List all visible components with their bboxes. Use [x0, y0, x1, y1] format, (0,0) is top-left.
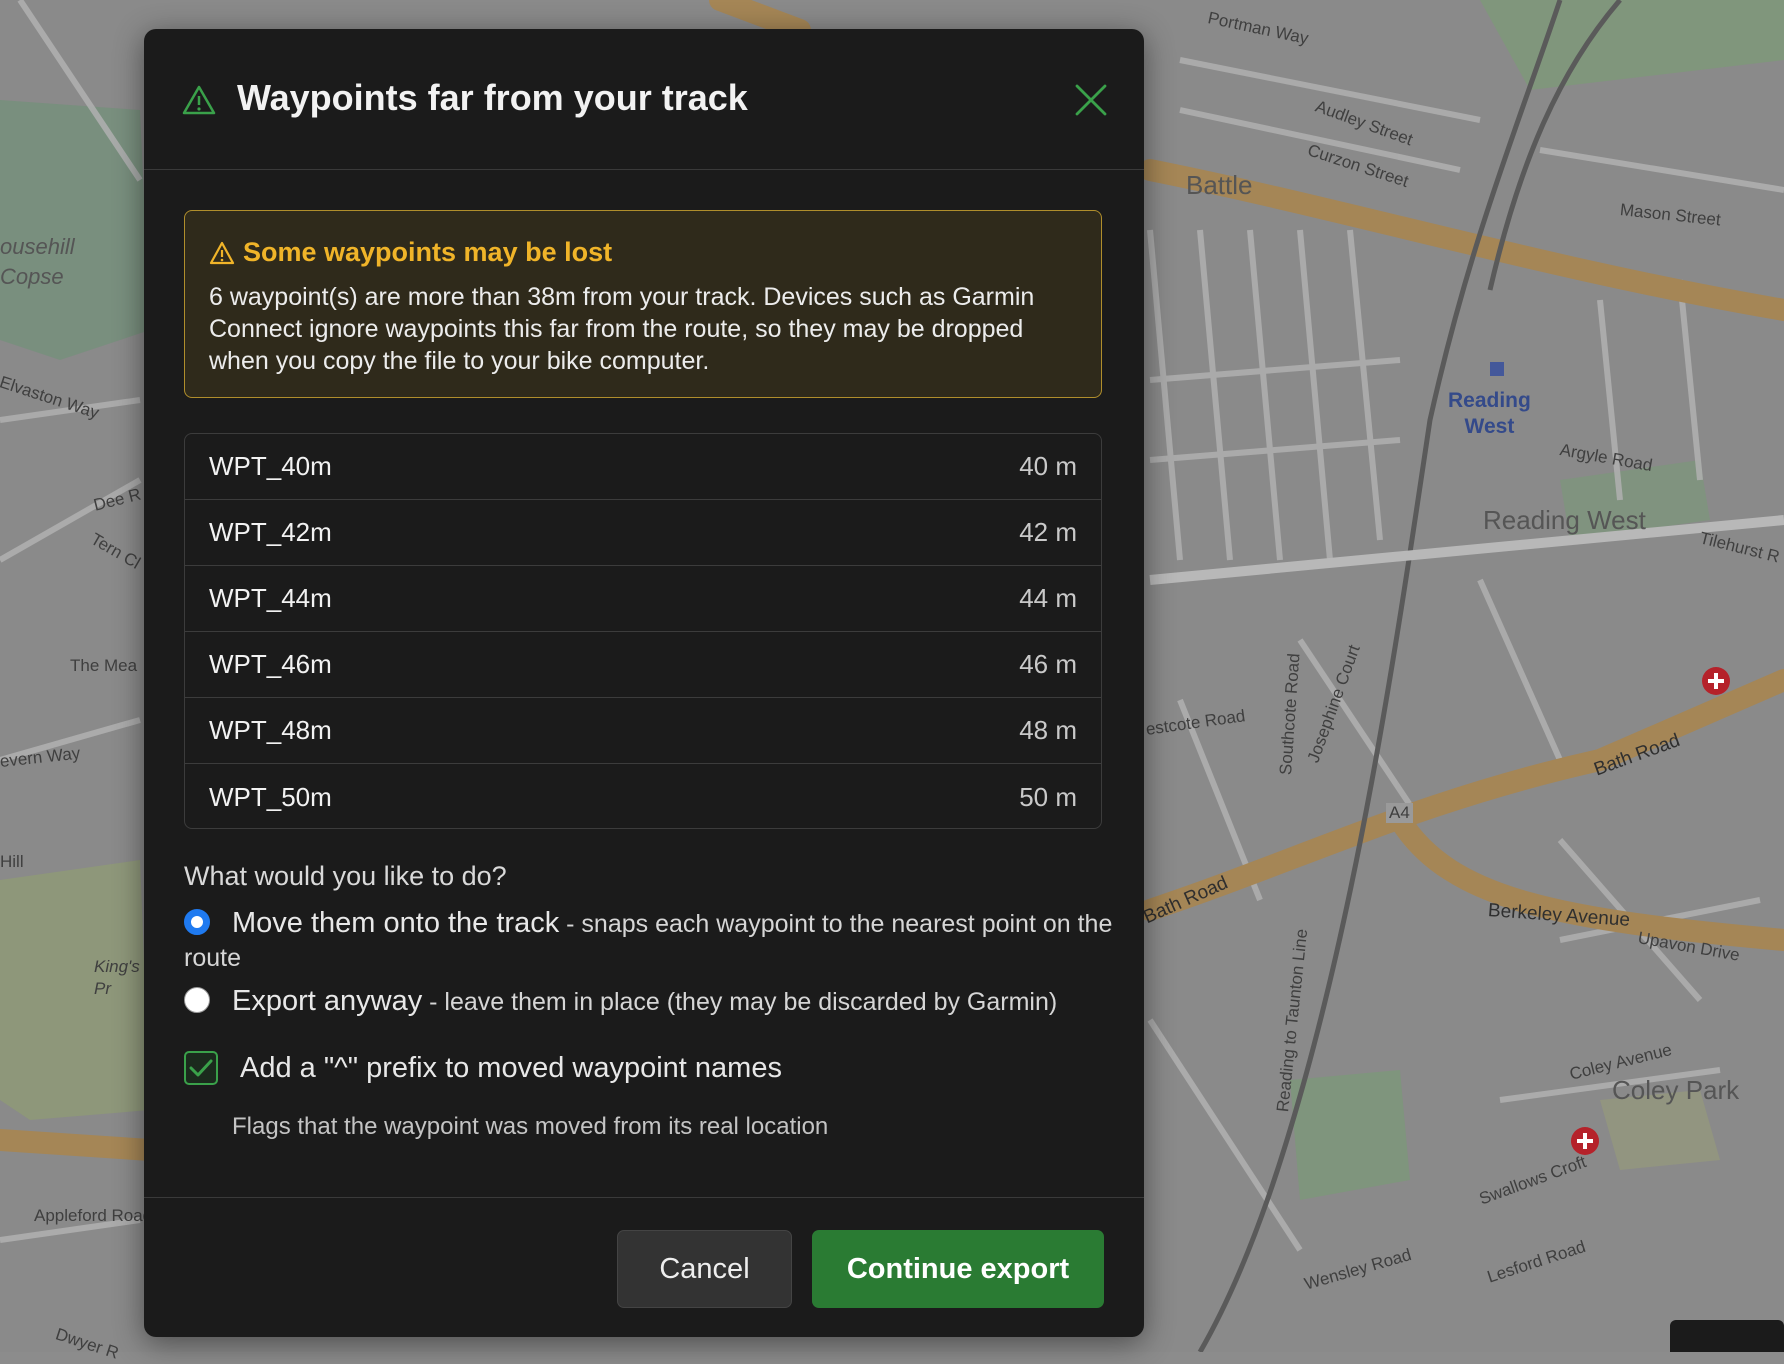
- waypoint-name: WPT_46m: [209, 649, 332, 679]
- waypoint-name: WPT_42m: [209, 517, 332, 547]
- action-question: What would you like to do?: [184, 861, 507, 891]
- warning-icon: [182, 85, 216, 115]
- waypoint-name: WPT_48m: [209, 715, 332, 745]
- list-item: WPT_42m 42 m: [185, 500, 1101, 566]
- map-label-battle: Battle: [1186, 170, 1253, 200]
- dialog-title: Waypoints far from your track: [237, 77, 748, 118]
- waypoints-dialog: Waypoints far from your track Some waypo…: [144, 29, 1144, 1337]
- list-item: WPT_46m 46 m: [185, 632, 1101, 698]
- map-label-reading-west-station: Reading West: [1448, 389, 1531, 438]
- waypoint-list: WPT_40m 40 m WPT_42m 42 m WPT_44m 44 m W…: [184, 433, 1102, 829]
- map-label-coley-park: Coley Park: [1612, 1075, 1740, 1105]
- option-description: - leave them in place (they may be disca…: [422, 988, 1058, 1016]
- map-label-hill: Hill: [0, 852, 24, 871]
- waypoint-name: WPT_40m: [209, 451, 332, 481]
- alert-heading-text: Some waypoints may be lost: [243, 237, 613, 267]
- cancel-button[interactable]: Cancel: [617, 1230, 792, 1308]
- option-title: Move them onto the track: [232, 907, 560, 939]
- continue-export-button[interactable]: Continue export: [812, 1230, 1104, 1308]
- checkmark-icon: [189, 1059, 213, 1077]
- radio-move-onto-track[interactable]: [184, 909, 210, 935]
- prefix-checkbox-label: Add a "^" prefix to moved waypoint names: [240, 1051, 782, 1084]
- alert-body: 6 waypoint(s) are more than 38m from you…: [209, 283, 1035, 375]
- waypoint-name: WPT_50m: [209, 781, 332, 812]
- option-move-onto-track[interactable]: Move them onto the track - snaps each wa…: [184, 906, 1114, 975]
- map-label-appleford-road: Appleford Road: [34, 1206, 153, 1225]
- waypoint-distance: 50 m: [1019, 781, 1077, 812]
- map-label-househill-copse: ousehill Copse: [0, 234, 75, 289]
- radio-export-anyway[interactable]: [184, 987, 210, 1013]
- dialog-footer: Cancel Continue export: [144, 1197, 1144, 1338]
- list-item: WPT_48m 48 m: [185, 698, 1101, 764]
- waypoint-distance: 48 m: [1019, 715, 1077, 745]
- waypoint-distance: 46 m: [1019, 649, 1077, 679]
- waypoint-distance: 42 m: [1019, 517, 1077, 547]
- prefix-checkbox[interactable]: [184, 1051, 218, 1085]
- waypoint-distance: 44 m: [1019, 583, 1077, 613]
- list-item: WPT_40m 40 m: [185, 434, 1101, 500]
- alert-warning-icon: [209, 241, 235, 264]
- option-title: Export anyway: [232, 985, 423, 1017]
- map-label-a4: A4: [1386, 803, 1413, 823]
- waypoint-distance: 40 m: [1019, 451, 1077, 481]
- waypoint-name: WPT_44m: [209, 583, 332, 613]
- map-label-the-mead: The Mea: [70, 656, 138, 675]
- map-label-reading-west-area: Reading West: [1483, 505, 1646, 535]
- close-icon[interactable]: [1072, 81, 1110, 119]
- prefix-checkbox-help: Flags that the waypoint was moved from i…: [232, 1113, 829, 1140]
- map-label-kings: King's Pr: [94, 957, 140, 998]
- prefix-checkbox-row[interactable]: Add a "^" prefix to moved waypoint names: [184, 1051, 782, 1085]
- warning-alert: Some waypoints may be lost 6 waypoint(s)…: [184, 210, 1102, 398]
- list-item: WPT_50m 50 m: [185, 764, 1101, 828]
- dialog-header: Waypoints far from your track: [144, 29, 1144, 170]
- alert-heading: Some waypoints may be lost: [209, 237, 612, 268]
- option-export-anyway[interactable]: Export anyway - leave them in place (the…: [184, 984, 1114, 1019]
- list-item: WPT_44m 44 m: [185, 566, 1101, 632]
